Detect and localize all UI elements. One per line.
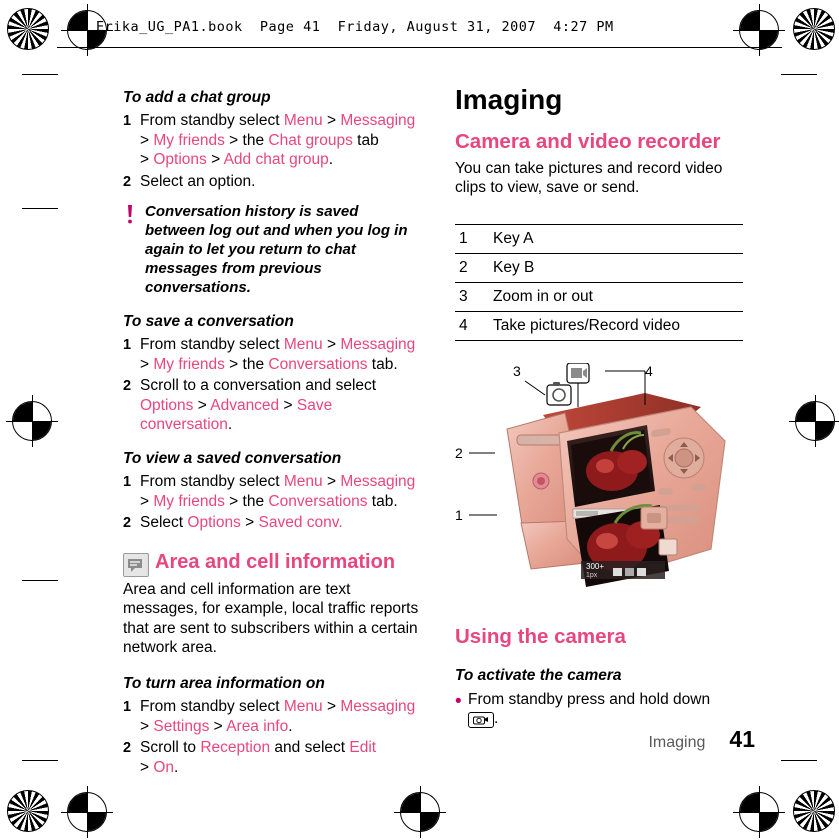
- note-text: Conversation history is saved between lo…: [145, 203, 408, 296]
- step-number: 2: [123, 378, 132, 395]
- area-info-section-header: Area and cell information: [123, 551, 420, 577]
- heading-save-conversation: To save a conversation: [123, 312, 294, 330]
- table-row: 4 Take pictures/Record video: [455, 311, 743, 341]
- key-description: Key A: [493, 223, 743, 254]
- activate-camera-text: From standby press and hold down .: [468, 690, 710, 729]
- heading-activate-camera: To activate the camera: [455, 667, 622, 685]
- phone-camera-illustration: 300+ 1px 3 4 2 1: [455, 362, 755, 603]
- key-number: 3: [455, 282, 493, 312]
- table-row: 2 Key B: [455, 253, 743, 283]
- steps-view-saved-conversation: 1 From standby select Menu > Messaging > …: [123, 472, 420, 533]
- left-column: To add a chat group 1 From standby selec…: [123, 88, 420, 779]
- step-text: Select an option.: [140, 172, 256, 190]
- video-camera-icon: [566, 362, 590, 384]
- steps-turn-area-info-on: 1 From standby select Menu > Messaging > …: [123, 697, 420, 777]
- bullet-dot: •: [455, 690, 462, 712]
- key-description: Zoom in or out: [493, 282, 743, 312]
- heading-add-chat-group: To add a chat group: [123, 89, 271, 106]
- activate-camera-label: From standby press and hold down: [468, 690, 711, 708]
- area-info-body: Area and cell information are text messa…: [123, 580, 419, 657]
- key-description: Key B: [493, 253, 743, 283]
- step-item: 2 Scroll to a conversation and select Opt…: [123, 376, 420, 435]
- step-item: 2 Select Options > Saved conv.: [123, 513, 420, 533]
- page-footer: Imaging 41: [455, 726, 755, 753]
- callout-2: 2: [455, 444, 463, 461]
- area-info-heading: Area and cell information: [155, 550, 396, 573]
- step-number: 1: [123, 474, 132, 491]
- activate-camera-period: .: [494, 710, 499, 728]
- key-number: 2: [455, 253, 493, 283]
- footer-page-number: 41: [729, 726, 755, 752]
- right-column: Imaging Camera and video recorder You ca…: [455, 86, 755, 729]
- area-info-icon: [123, 552, 149, 577]
- step-text: Scroll to a conversation and select Optio…: [140, 377, 377, 434]
- steps-add-chat-group: 1 From standby select Menu > Messaging > …: [123, 111, 420, 191]
- key-reference-table: 1 Key A 2 Key B 3 Zoom in or out 4 Take …: [455, 223, 743, 341]
- key-number: 4: [455, 311, 493, 341]
- step-number: 2: [123, 173, 132, 190]
- chapter-title: Imaging: [455, 84, 563, 115]
- using-camera-title: Using the camera: [455, 624, 626, 648]
- table-row: 3 Zoom in or out: [455, 282, 743, 312]
- heading-turn-area-info-on: To turn area information on: [123, 674, 325, 692]
- table-row: 1 Key A: [455, 223, 743, 254]
- step-text: From standby select Menu > Messaging > My…: [140, 336, 416, 373]
- footer-chapter-label: Imaging: [648, 734, 706, 751]
- step-item: 2 Select an option.: [123, 172, 420, 192]
- step-text: From standby select Menu > Messaging > My…: [140, 473, 416, 510]
- heading-view-saved-conversation: To view a saved conversation: [123, 449, 342, 467]
- step-item: 2 Scroll to Reception and select Edit > O…: [123, 738, 420, 777]
- step-text: Scroll to Reception and select Edit > On.: [140, 739, 377, 776]
- exclamation-icon: [123, 203, 145, 297]
- steps-save-conversation: 1 From standby select Menu > Messaging > …: [123, 335, 420, 435]
- step-number: 1: [123, 113, 132, 130]
- callout-3: 3: [513, 362, 521, 379]
- key-number: 1: [455, 223, 493, 254]
- page-content: To add a chat group 1 From standby selec…: [0, 0, 839, 840]
- step-item: 1 From standby select Menu > Messaging > …: [123, 335, 420, 374]
- callout-4: 4: [645, 362, 653, 379]
- step-item: 1 From standby select Menu > Messaging > …: [123, 111, 420, 170]
- activate-camera-bullet: • From standby press and hold down .: [455, 690, 755, 729]
- step-text: From standby select Menu > Messaging > My…: [140, 112, 416, 169]
- step-text: From standby select Menu > Messaging > Se…: [140, 698, 416, 735]
- note-block: Conversation history is saved between lo…: [123, 203, 420, 297]
- section-title-camera: Camera and video recorder: [455, 130, 721, 153]
- key-description: Take pictures/Record video: [493, 311, 743, 341]
- step-number: 2: [123, 515, 132, 532]
- step-number: 2: [123, 740, 132, 757]
- step-number: 1: [123, 337, 132, 354]
- step-text: Select Options > Saved conv.: [140, 514, 343, 532]
- step-number: 1: [123, 699, 132, 716]
- step-item: 1 From standby select Menu > Messaging > …: [123, 472, 420, 511]
- camera-intro-text: You can take pictures and record video c…: [455, 159, 723, 197]
- callout-1: 1: [455, 506, 463, 523]
- step-item: 1 From standby select Menu > Messaging > …: [123, 697, 420, 736]
- camera-icon: [546, 381, 572, 406]
